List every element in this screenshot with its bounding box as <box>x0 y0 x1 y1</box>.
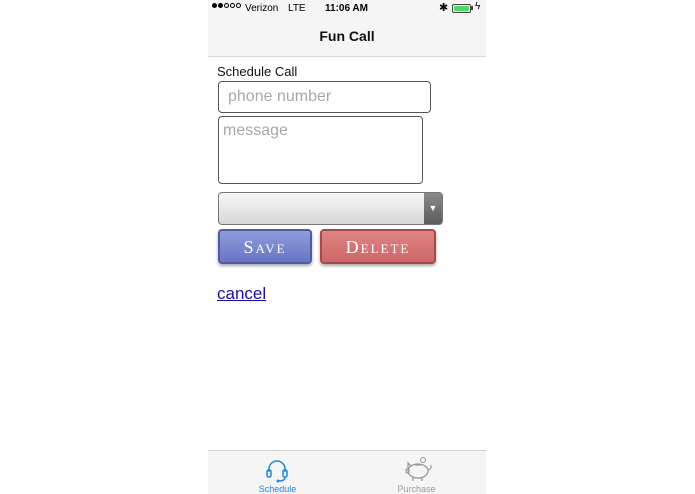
status-time: 11:06 AM <box>325 3 368 14</box>
phone-number-input[interactable] <box>218 81 431 113</box>
headset-icon <box>266 460 288 483</box>
battery-icon <box>452 4 471 13</box>
network-type: LTE <box>288 3 306 14</box>
cancel-link[interactable]: cancel <box>217 284 266 304</box>
message-input[interactable] <box>218 116 423 184</box>
tab-purchase[interactable]: Purchase <box>347 451 486 494</box>
tab-bar: Schedule Purchase <box>208 450 486 494</box>
top-bar: Verizon LTE 11:06 AM ✱ ϟ Fun Call <box>208 0 486 57</box>
status-bar: Verizon LTE 11:06 AM ✱ ϟ <box>208 0 486 18</box>
charging-icon: ϟ <box>475 1 481 12</box>
app-screen: Verizon LTE 11:06 AM ✱ ϟ Fun Call Schedu… <box>208 0 486 494</box>
delete-button[interactable]: Delete <box>320 229 436 264</box>
tab-purchase-label: Purchase <box>397 484 436 494</box>
bluetooth-icon: ✱ <box>439 2 449 14</box>
battery-tip <box>471 6 473 10</box>
tab-schedule-label: Schedule <box>258 484 297 494</box>
schedule-call-label: Schedule Call <box>217 64 298 79</box>
save-button[interactable]: Save <box>218 229 312 264</box>
page-title: Fun Call <box>319 28 375 44</box>
carrier-name: Verizon <box>245 3 279 14</box>
signal-strength-icon <box>212 3 241 8</box>
schedule-select[interactable]: ▼ <box>218 192 443 225</box>
chevron-down-icon: ▼ <box>424 193 442 224</box>
piggy-bank-icon <box>405 456 432 481</box>
tab-schedule[interactable]: Schedule <box>208 451 347 494</box>
